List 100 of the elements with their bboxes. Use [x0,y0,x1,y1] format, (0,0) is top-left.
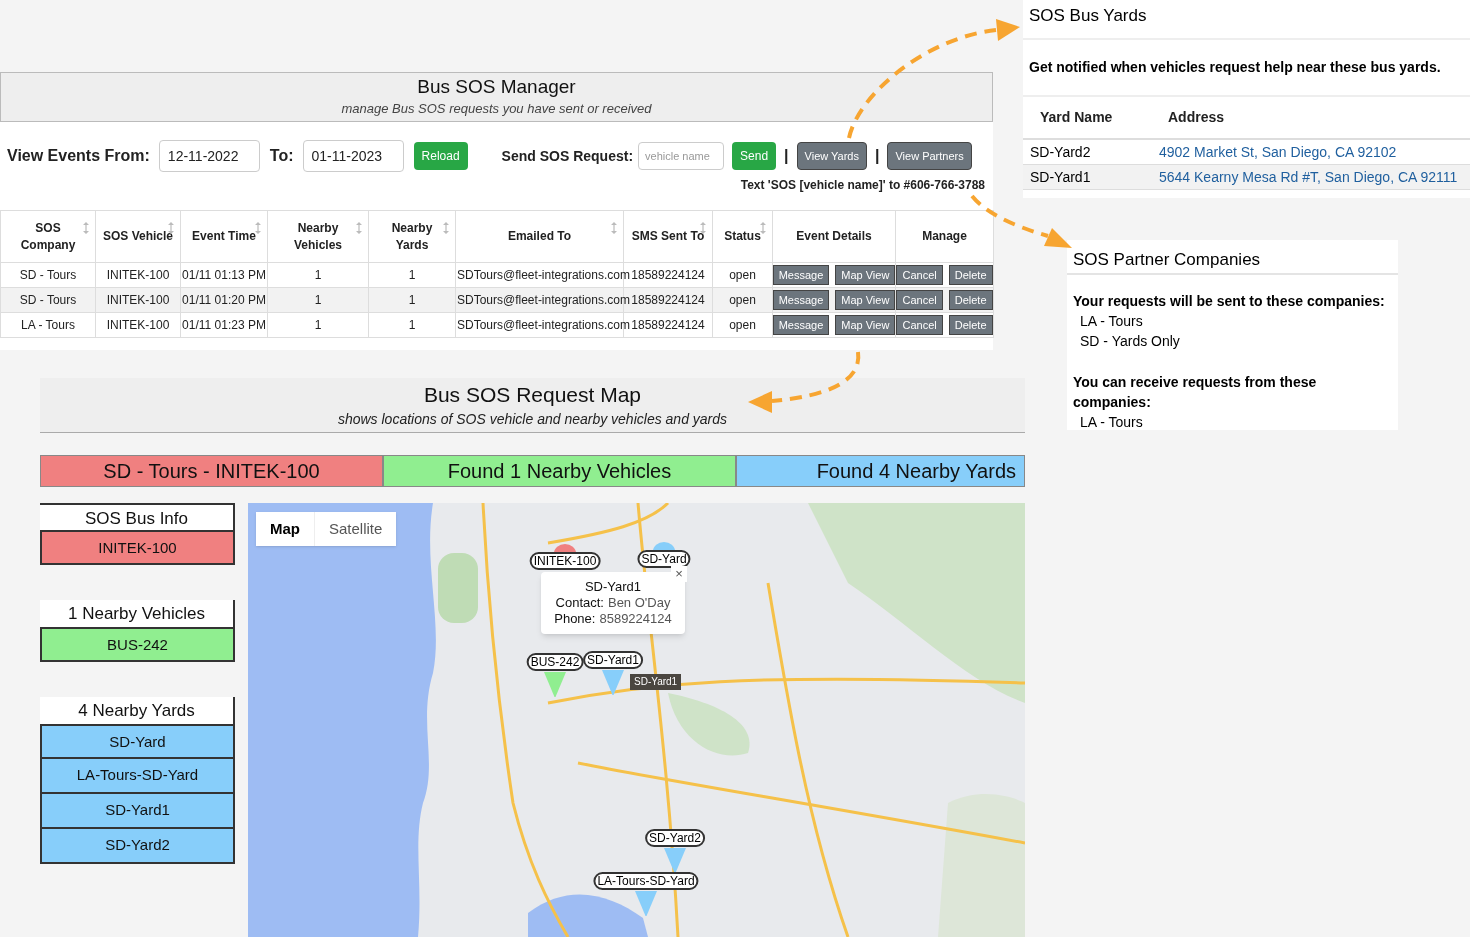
section-heading: 1 Nearby Vehicles [40,600,235,627]
panel-subtitle: manage Bus SOS requests you have sent or received [341,100,652,119]
marker-label[interactable]: SD-Yard1 [583,651,643,669]
sort-icon[interactable] [255,222,261,234]
column-header[interactable]: Emailed To [455,210,624,263]
sidebar-item[interactable]: SD-Yard1 [40,794,235,829]
vehicle-name-field[interactable]: vehicle name [638,142,725,170]
tooltip: SD-Yard1 [630,674,682,690]
panel-title: SOS Bus Yards [1023,0,1470,40]
table-cell: 1 [314,268,322,282]
section-heading: You can receive requests from these companies: [1073,372,1318,412]
table-cell: INITEK-100 [106,318,170,332]
sort-icon[interactable] [356,222,362,234]
action-button[interactable]: Cancel [896,290,943,310]
field-label: Phone: [554,611,596,627]
separator-text: | [784,146,789,166]
status-banner: Found 4 Nearby Yards [736,455,1025,487]
table-cell: open [729,268,756,282]
view-yards-button[interactable]: View Yards [796,142,867,170]
sidebar-item[interactable]: BUS-242 [40,627,235,662]
table-cell: 18589224124 [631,318,705,332]
marker-label[interactable]: INITEK-100 [529,552,601,570]
company-name: LA - Tours [1079,412,1144,432]
table-cell: SD - Tours [19,293,77,307]
popup-title: SD-Yard1 [584,579,642,595]
action-button[interactable]: Delete [948,290,993,310]
close-button[interactable]: × [671,566,687,582]
panel-subtitle: shows locations of SOS vehicle and nearby vehicles and yards [337,409,728,429]
field-label: To: [269,146,294,166]
column-header[interactable]: SOS Vehicle [95,210,181,263]
sidebar-item[interactable]: SD-Yard [40,724,235,759]
action-button[interactable]: Map View [835,315,896,335]
column-header[interactable]: Nearby Yards [368,210,456,263]
action-button[interactable]: Message [772,315,830,335]
action-button[interactable]: Delete [948,315,993,335]
table-cell-text: SD-Yard2 [1030,142,1092,162]
column-header[interactable]: Manage [895,210,994,263]
separator-text: | [875,146,880,166]
action-button[interactable]: Cancel [896,315,943,335]
table-cell: LA - Tours [21,318,75,332]
map-type-button[interactable]: Satellite [314,512,397,546]
panel-title: Bus SOS Manager [417,75,576,100]
marker-label[interactable]: SD-Yard2 [645,829,705,847]
field-value: 8589224124 [599,611,672,627]
table-cell: INITEK-100 [106,268,170,282]
date-field[interactable]: 01-11-2023 [302,140,404,172]
action-button[interactable]: Map View [835,290,896,310]
marker-label[interactable]: LA-Tours-SD-Yard [593,872,699,890]
action-button[interactable]: Cancel [896,265,943,285]
column-header[interactable]: Status [712,210,773,263]
table-cell: SDTours@fleet-integrations.com [457,293,630,307]
hint-text: Text 'SOS [vehicle name]' to #606-766-3788 [740,177,985,194]
map-pin-icon[interactable] [664,848,686,873]
table-cell: INITEK-100 [106,293,170,307]
table-cell: 18589224124 [631,293,705,307]
table-cell: 1 [314,293,322,307]
field-label: View Events From: [7,146,150,166]
description-text: Get notified when vehicles request help near these bus yards. [1029,58,1441,77]
table-cell: 1 [408,318,416,332]
panel-title: Bus SOS Request Map [423,381,642,408]
action-button[interactable]: Message [772,265,830,285]
column-header: Address [1168,108,1225,127]
sidebar-item[interactable]: LA-Tours-SD-Yard [40,759,235,794]
view-partners-button[interactable]: View Partners [887,142,972,170]
action-button[interactable]: Map View [835,265,896,285]
table-cell: SDTours@fleet-integrations.com [457,268,630,282]
date-field[interactable]: 12-11-2022 [158,140,260,172]
field-label: Contact: [555,595,604,611]
table-cell: 01/11 01:23 PM [182,318,266,332]
status-banner: SD - Tours - INITEK-100 [40,455,383,487]
action-button[interactable]: Delete [948,265,993,285]
column-header[interactable]: Nearby Vehicles [267,210,369,263]
section-heading: Your requests will be sent to these companies: [1073,291,1386,311]
table-cell: SDTours@fleet-integrations.com [457,318,630,332]
address-link[interactable]: 4902 Market St, San Diego, CA 92102 [1159,141,1397,163]
table-cell: open [729,293,756,307]
sort-icon[interactable] [83,222,89,234]
map-type-button[interactable]: Map [256,512,314,546]
column-header[interactable]: Event Time [180,210,268,263]
column-header[interactable]: Event Details [772,210,896,263]
field-label: Send SOS Request: [501,146,634,166]
column-header: Yard Name [1040,108,1114,127]
sort-icon[interactable] [443,222,449,234]
company-name: LA - Tours [1079,311,1144,331]
column-header[interactable]: SMS Sent To [623,210,713,263]
address-link[interactable]: 5644 Kearny Mesa Rd #T, San Diego, CA 92111 [1159,166,1458,188]
table-cell: 1 [408,293,416,307]
marker-label[interactable]: SD-Yard [637,550,691,568]
sidebar-item[interactable]: SD-Yard2 [40,829,235,864]
table-cell: 01/11 01:20 PM [182,293,266,307]
column-header[interactable]: SOS Company [0,210,96,263]
section-heading: 4 Nearby Yards [40,697,235,724]
sort-icon[interactable] [760,222,766,234]
sort-icon[interactable] [611,222,617,234]
action-button[interactable]: Message [772,290,830,310]
section-heading: SOS Bus Info [40,503,235,530]
marker-label[interactable]: BUS-242 [526,653,584,671]
sidebar-item[interactable]: INITEK-100 [40,530,235,565]
table-cell: SD - Tours [19,268,77,282]
status-banner: Found 1 Nearby Vehicles [383,455,736,487]
